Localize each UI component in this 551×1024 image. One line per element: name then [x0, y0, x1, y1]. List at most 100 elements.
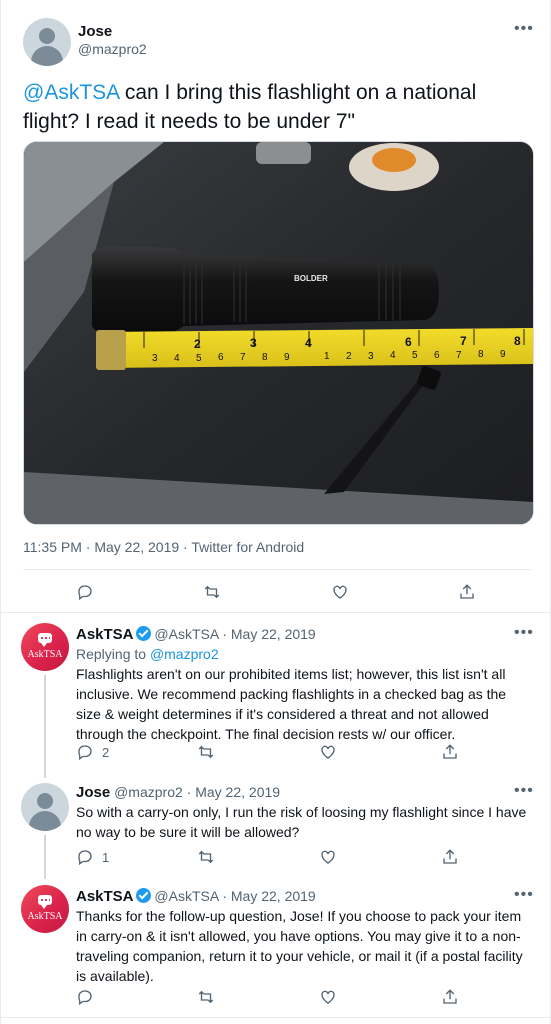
reply-icon	[78, 850, 92, 866]
reply-count: 2	[102, 744, 110, 760]
reply-date[interactable]: · May 22, 2019	[187, 784, 280, 800]
reply-date[interactable]: · May 22, 2019	[222, 626, 315, 642]
svg-text:2: 2	[194, 337, 201, 351]
like-icon	[321, 745, 335, 759]
reply-header: AskTSA @AskTSA · May 22, 2019	[76, 626, 316, 643]
tweet-thread: Jose @mazpro2 ••• @AskTSA can I bring th…	[0, 0, 551, 1024]
reply-icon	[78, 990, 92, 1006]
reply-text: Thanks for the follow-up question, Jose!…	[76, 908, 523, 984]
svg-text:2: 2	[346, 351, 352, 362]
more-icon[interactable]: •••	[514, 20, 534, 38]
reply-text: So with a carry-on only, I run the risk …	[76, 804, 527, 840]
avatar[interactable]: AskTSA	[21, 885, 69, 933]
share-icon	[443, 849, 457, 864]
author-name[interactable]: AskTSA	[76, 626, 134, 643]
mention-link[interactable]: @AskTSA	[23, 81, 119, 104]
share-icon	[443, 989, 457, 1004]
svg-text:4: 4	[305, 336, 312, 350]
svg-text:3: 3	[152, 353, 158, 364]
svg-text:7: 7	[456, 350, 462, 361]
replying-handle-link[interactable]: @mazpro2	[150, 646, 219, 662]
thread-line	[44, 675, 46, 778]
avatar[interactable]	[21, 783, 69, 831]
reply-icon	[78, 585, 92, 601]
share-button[interactable]	[458, 582, 476, 602]
like-button[interactable]	[319, 847, 337, 867]
retweet-button[interactable]	[197, 847, 215, 867]
retweet-icon	[204, 585, 220, 599]
author-name[interactable]: AskTSA	[76, 888, 134, 905]
avatar[interactable]	[23, 18, 71, 66]
replying-to: Replying to @mazpro2	[76, 644, 219, 664]
reply-date[interactable]: · May 22, 2019	[222, 888, 315, 904]
author-handle[interactable]: @AskTSA	[154, 626, 218, 642]
reply-button[interactable]	[76, 987, 94, 1007]
more-icon[interactable]: •••	[514, 782, 534, 800]
svg-text:6: 6	[434, 350, 440, 361]
svg-text:4: 4	[390, 350, 396, 361]
avatar-text: AskTSA	[27, 911, 63, 922]
thread-line	[44, 835, 46, 879]
reply-button[interactable]: 1	[76, 847, 109, 867]
reply-icon	[78, 745, 92, 761]
like-button[interactable]	[319, 987, 337, 1007]
share-icon	[443, 744, 457, 759]
avatar-text: AskTSA	[27, 649, 63, 660]
share-button[interactable]	[441, 742, 459, 762]
svg-text:8: 8	[262, 352, 268, 363]
divider	[23, 569, 532, 570]
retweet-button[interactable]	[203, 582, 221, 602]
avatar[interactable]: AskTSA	[21, 623, 69, 671]
author-name[interactable]: Jose	[78, 23, 112, 40]
svg-text:8: 8	[478, 349, 484, 360]
svg-text:5: 5	[196, 353, 202, 364]
divider	[1, 612, 551, 613]
verified-icon	[135, 888, 151, 903]
svg-text:7: 7	[460, 334, 467, 348]
retweet-icon	[198, 850, 214, 864]
retweet-icon	[198, 990, 214, 1004]
divider	[1, 1017, 551, 1018]
svg-text:9: 9	[284, 352, 290, 363]
reply-header: AskTSA @AskTSA · May 22, 2019	[76, 888, 316, 905]
svg-text:1: 1	[324, 351, 330, 362]
author-name[interactable]: Jose	[76, 784, 110, 801]
author-handle[interactable]: @mazpro2	[114, 784, 183, 800]
flashlight-brand-label: BOLDER	[294, 274, 328, 283]
svg-text:6: 6	[405, 335, 412, 349]
verified-icon	[135, 626, 151, 641]
reply-count: 1	[102, 849, 110, 865]
svg-text:9: 9	[500, 349, 506, 360]
svg-text:3: 3	[250, 336, 257, 350]
author-handle[interactable]: @AskTSA	[154, 888, 218, 904]
share-button[interactable]	[441, 847, 459, 867]
more-icon[interactable]: •••	[514, 624, 534, 642]
like-button[interactable]	[331, 582, 349, 602]
reply-button[interactable]: 2	[76, 742, 109, 762]
tweet-text: @AskTSA can I bring this flashlight on a…	[23, 78, 533, 136]
tweet-photo[interactable]: BOLDER 234 678 345 678 912 345 678 9	[23, 141, 534, 525]
svg-text:8: 8	[514, 334, 521, 348]
svg-text:3: 3	[368, 351, 374, 362]
svg-text:6: 6	[218, 352, 224, 363]
svg-text:7: 7	[240, 352, 246, 363]
like-icon	[321, 990, 335, 1004]
reply-header: Jose @mazpro2 · May 22, 2019	[76, 784, 280, 801]
svg-text:5: 5	[412, 350, 418, 361]
more-icon[interactable]: •••	[514, 886, 534, 904]
like-icon	[321, 850, 335, 864]
flashlight-photo-illustration: BOLDER 234 678 345 678 912 345 678 9	[24, 142, 533, 524]
like-button[interactable]	[319, 742, 337, 762]
author-handle[interactable]: @mazpro2	[78, 41, 147, 57]
tweet-meta: 11:35 PM · May 22, 2019 · Twitter for An…	[23, 539, 305, 555]
reply-button[interactable]	[76, 582, 94, 602]
retweet-button[interactable]	[197, 742, 215, 762]
share-button[interactable]	[441, 987, 459, 1007]
replying-prefix: Replying to	[76, 646, 150, 662]
retweet-button[interactable]	[197, 987, 215, 1007]
share-icon	[460, 584, 474, 599]
retweet-icon	[198, 745, 214, 759]
svg-text:4: 4	[174, 353, 180, 364]
like-icon	[333, 585, 347, 599]
reply-text: Flashlights aren't on our prohibited ite…	[76, 666, 507, 742]
